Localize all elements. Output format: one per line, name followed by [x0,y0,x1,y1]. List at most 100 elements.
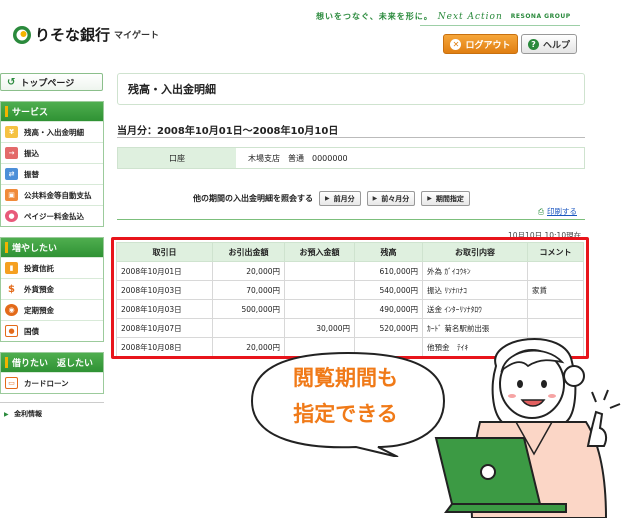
table-row: 2008年10月01日 20,000円 610,000円 外為 ｶﾞｲｺｳｷﾝ [116,261,584,281]
sidebar-item-swap[interactable]: ⇄ 振替 [1,163,103,184]
section-title: 借りたい 返したい [12,359,94,369]
swap-icon: ⇄ [5,168,18,180]
as-of-timestamp: 10月10日 10:10現在 [508,231,582,240]
payeasy-icon: ● [5,210,18,222]
table-cell: 2008年10月01日 [116,261,213,281]
table-header-row: 取引日 お引出金額 お預入金額 残高 お取引内容 コメント [116,242,584,262]
bond-icon: ● [5,325,18,337]
logout-label: ログアウト [465,40,511,51]
sidebar-item-time-deposit[interactable]: ◉ 定期預金 [1,299,103,320]
logo-text: りそな銀行 [35,26,111,44]
two-months-ago-button[interactable]: ▶ 前々月分 [366,191,416,206]
prev-month-button[interactable]: ▶ 前月分 [319,191,361,206]
callout-line2: 指定できる [293,402,398,426]
print-label: 印刷する [547,207,577,216]
dollar-icon: $ [5,283,18,295]
button-label: 前月分 [333,194,355,203]
section-title: サービス [12,108,49,118]
sidebar-item-label: 公共料金等自動支払 [24,190,92,200]
table-cell [284,261,355,281]
table-cell: 70,000円 [212,280,285,300]
table-cell: 490,000円 [354,299,423,319]
table-cell [527,261,584,281]
sidebar-item-forex[interactable]: $ 外貨預金 [1,278,103,299]
print-link[interactable]: ⎙ 印刷する [538,206,577,217]
logo-subtitle: マイゲート [114,31,160,41]
bar-chart-icon: ▮ [5,262,18,274]
sidebar-item-label: 残高・入出金明細 [24,127,84,137]
top-page-label: トップページ [20,78,75,89]
section-header: 増やしたい [1,238,103,257]
account-row: 口座 木場支店 普通 0000000 [117,147,585,169]
logout-button[interactable]: ✕ ログアウト [443,34,518,54]
sidebar-item-label: 国債 [24,326,39,336]
table-cell: 520,000円 [354,318,423,338]
column-header: 残高 [354,242,423,262]
table-cell: 610,000円 [354,261,423,281]
help-button[interactable]: ? ヘルプ [521,34,577,54]
table-cell: 2008年10月03日 [116,280,213,300]
person-laptop-illustration [434,337,621,518]
tagline-divider [420,25,580,26]
column-header: お引出金額 [212,242,285,262]
sidebar-section-service: サービス ¥ 残高・入出金明細 → 振込 ⇄ 振替 ▣ 公共料金等自動支払 ● ペイジー料… [0,101,104,227]
triangle-right-icon: ▶ [325,195,330,202]
sidebar-item-utilities[interactable]: ▣ 公共料金等自動支払 [1,184,103,205]
table-cell: 送金 ｲﾝﾀｰﾘｿﾅﾀﾛｳ [422,299,528,319]
sidebar: ↺ トップページ サービス ¥ 残高・入出金明細 → 振込 ⇄ 振替 ▣ 公共料金等自動… [0,73,104,419]
sidebar-item-balance[interactable]: ¥ 残高・入出金明細 [1,121,103,142]
sidebar-section-loan: 借りたい 返したい ▭ カードローン [0,352,104,394]
section-header: 借りたい 返したい [1,353,103,372]
sidebar-item-label: 振替 [24,169,39,179]
period-select-button[interactable]: ▶ 期間指定 [421,191,470,206]
table-cell [284,280,355,300]
sidebar-item-payeasy[interactable]: ● ペイジー料金払込 [1,205,103,226]
table-cell [212,318,285,338]
interest-rate-label: 金利情報 [14,410,43,418]
tagline: 想いをつなぐ、未来を形に。 Next Action RESONA GROUP [316,11,571,22]
divider [117,219,585,220]
transfer-icon: → [5,147,18,159]
close-icon: ✕ [450,38,462,50]
sidebar-item-transfer[interactable]: → 振込 [1,142,103,163]
sidebar-item-label: ペイジー料金払込 [24,211,84,221]
table-cell: 540,000円 [354,280,423,300]
button-label: 期間指定 [435,194,464,203]
sidebar-item-label: 振込 [24,148,39,158]
triangle-right-icon: ▶ [4,411,9,418]
section-title: 増やしたい [12,244,58,254]
sidebar-item-cardloan[interactable]: ▭ カードローン [1,372,103,393]
table-cell: 500,000円 [212,299,285,319]
sidebar-item-bond[interactable]: ● 国債 [1,320,103,341]
next-action-logo: Next Action [437,11,503,22]
divider [117,137,585,138]
header: りそな銀行 マイゲート 想いをつなぐ、未来を形に。 Next Action RE… [0,0,624,66]
tagline-text: 想いをつなぐ、未来を形に。 [316,12,433,21]
column-header: コメント [527,242,584,262]
bill-icon: ▣ [5,189,18,201]
table-cell: 2008年10月07日 [116,318,213,338]
callout-line1: 閲覧期間も [293,366,398,390]
interest-rate-link[interactable]: ▶ 金利情報 [0,402,104,419]
table-cell [284,299,355,319]
sidebar-item-fund[interactable]: ▮ 投資信託 [1,257,103,278]
sidebar-section-invest: 増やしたい ▮ 投資信託 $ 外貨預金 ◉ 定期預金 ● 国債 [0,237,104,342]
printer-icon: ⎙ [538,207,544,216]
period-label: 当月分：2008年10月01日～2008年10月10日 [117,126,339,137]
section-header: サービス [1,102,103,121]
sidebar-item-label: 外貨預金 [24,284,54,294]
page-title: 残高・入出金明細 [117,73,585,105]
resona-logo-icon [12,25,32,45]
sidebar-item-label: 定期預金 [24,305,54,315]
table-row: 2008年10月03日 500,000円 490,000円 送金 ｲﾝﾀｰﾘｿﾅ… [116,299,584,319]
deposit-icon: ◉ [5,304,18,316]
column-header: 取引日 [116,242,213,262]
period-nav: 他の期間の入出金明細を照会する ▶ 前月分 ▶ 前々月分 ▶ 期間指定 [193,191,470,206]
help-label: ヘルプ [542,40,570,51]
top-page-button[interactable]: ↺ トップページ [0,73,103,91]
table-row: 2008年10月03日 70,000円 540,000円 振込 ﾘｿﾅﾊﾅｺ 家… [116,280,584,300]
resona-logo[interactable]: りそな銀行 マイゲート [12,24,159,45]
column-header: お預入金額 [284,242,355,262]
triangle-right-icon: ▶ [372,195,378,202]
period-nav-prompt: 他の期間の入出金明細を照会する [193,194,313,203]
